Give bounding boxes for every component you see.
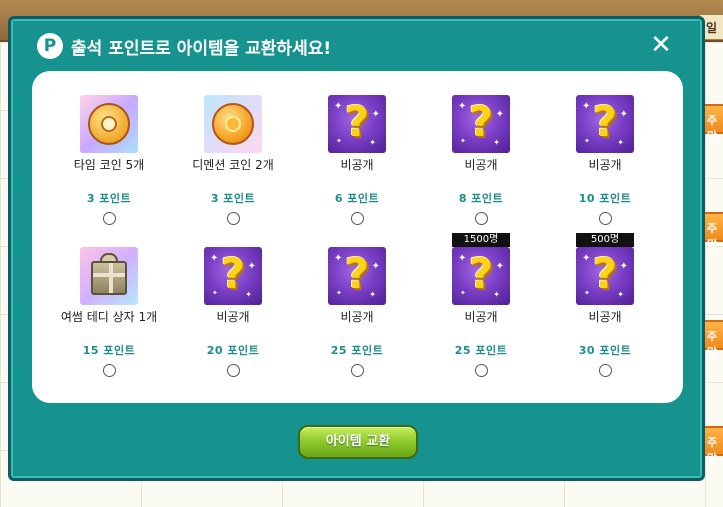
item-select-radio[interactable] [350, 364, 364, 377]
mystery-icon: ? ✦ ✦ ✦ ✦ [576, 95, 634, 153]
point-logo-icon: P [37, 33, 63, 59]
item-points: 10 포인트 [578, 192, 632, 205]
item-select-radio[interactable] [102, 364, 116, 377]
item-select-radio[interactable] [474, 364, 488, 377]
item-name: 비공개 [340, 158, 374, 172]
item-name: 비공개 [340, 310, 374, 324]
mystery-icon: ? ✦ ✦ ✦ ✦ [328, 247, 386, 305]
mystery-icon: ? ✦ ✦ ✦ ✦ [452, 95, 510, 153]
item-select-radio[interactable] [474, 212, 488, 225]
teddy-box-icon [80, 247, 138, 305]
item-grid: 타임 코인 5개 3 포인트 디멘션 코인 2개 3 포인트 ? ✦ ✦ ✦ ✦ 비공개 6 포인트… [47, 95, 667, 399]
item-select-radio[interactable] [226, 364, 240, 377]
item-name: 비공개 [464, 158, 498, 172]
item-panel: 타임 코인 5개 3 포인트 디멘션 코인 2개 3 포인트 ? ✦ ✦ ✦ ✦ 비공개 6 포인트… [32, 71, 683, 403]
reward-item[interactable]: ? ✦ ✦ ✦ ✦ 비공개 6 포인트 [295, 95, 419, 247]
item-name: 비공개 [588, 310, 622, 324]
point-logo-letter: P [43, 35, 57, 56]
item-select-radio[interactable] [598, 212, 612, 225]
close-icon[interactable]: ✕ [650, 32, 672, 58]
dimension-coin-icon [204, 95, 262, 153]
reward-item[interactable]: ? ✦ ✦ ✦ ✦ 1500명비공개 25 포인트 [419, 233, 543, 399]
item-points: 30 포인트 [578, 344, 632, 357]
item-name: 비공개 [588, 158, 622, 172]
reward-item[interactable]: ? ✦ ✦ ✦ ✦ 비공개 25 포인트 [295, 247, 419, 399]
reward-item[interactable]: 타임 코인 5개 3 포인트 [47, 95, 171, 247]
item-select-radio[interactable] [350, 212, 364, 225]
point-exchange-modal: P 출석 포인트로 아이템을 교환하세요! ✕ 타임 코인 5개 3 포인트 디멘션… [8, 16, 705, 481]
item-name: 여썸 테디 상자 1개 [60, 310, 158, 324]
reward-item[interactable]: ? ✦ ✦ ✦ ✦ 비공개 20 포인트 [171, 247, 295, 399]
item-points: 8 포인트 [458, 192, 504, 205]
item-select-radio[interactable] [102, 212, 116, 225]
limited-count-badge: 1500명 [452, 233, 510, 247]
mystery-icon: ? ✦ ✦ ✦ ✦ [204, 247, 262, 305]
item-name: 비공개 [464, 310, 498, 324]
item-points: 6 포인트 [334, 192, 380, 205]
item-points: 25 포인트 [330, 344, 384, 357]
modal-title: 출석 포인트로 아이템을 교환하세요! [71, 38, 332, 59]
item-points: 3 포인트 [210, 192, 256, 205]
item-points: 15 포인트 [82, 344, 136, 357]
modal-header: P 출석 포인트로 아이템을 교환하세요! [37, 33, 331, 59]
item-points: 3 포인트 [86, 192, 132, 205]
item-select-radio[interactable] [226, 212, 240, 225]
reward-item[interactable]: ? ✦ ✦ ✦ ✦ 비공개 10 포인트 [543, 95, 667, 247]
item-name: 타임 코인 5개 [73, 158, 145, 172]
exchange-item-button[interactable]: 아이템 교환 [298, 425, 418, 459]
reward-item[interactable]: 디멘션 코인 2개 3 포인트 [171, 95, 295, 247]
reward-item[interactable]: ? ✦ ✦ ✦ ✦ 500명비공개 30 포인트 [543, 233, 667, 399]
reward-item[interactable]: 여썸 테디 상자 1개 15 포인트 [47, 247, 171, 399]
mystery-icon: ? ✦ ✦ ✦ ✦ [576, 247, 634, 305]
item-points: 20 포인트 [206, 344, 260, 357]
time-coin-icon [80, 95, 138, 153]
item-name: 비공개 [216, 310, 250, 324]
mystery-icon: ? ✦ ✦ ✦ ✦ [452, 247, 510, 305]
mystery-icon: ? ✦ ✦ ✦ ✦ [328, 95, 386, 153]
item-points: 25 포인트 [454, 344, 508, 357]
limited-count-badge: 500명 [576, 233, 634, 247]
reward-item[interactable]: ? ✦ ✦ ✦ ✦ 비공개 8 포인트 [419, 95, 543, 247]
item-name: 디멘션 코인 2개 [192, 158, 274, 172]
item-select-radio[interactable] [598, 364, 612, 377]
